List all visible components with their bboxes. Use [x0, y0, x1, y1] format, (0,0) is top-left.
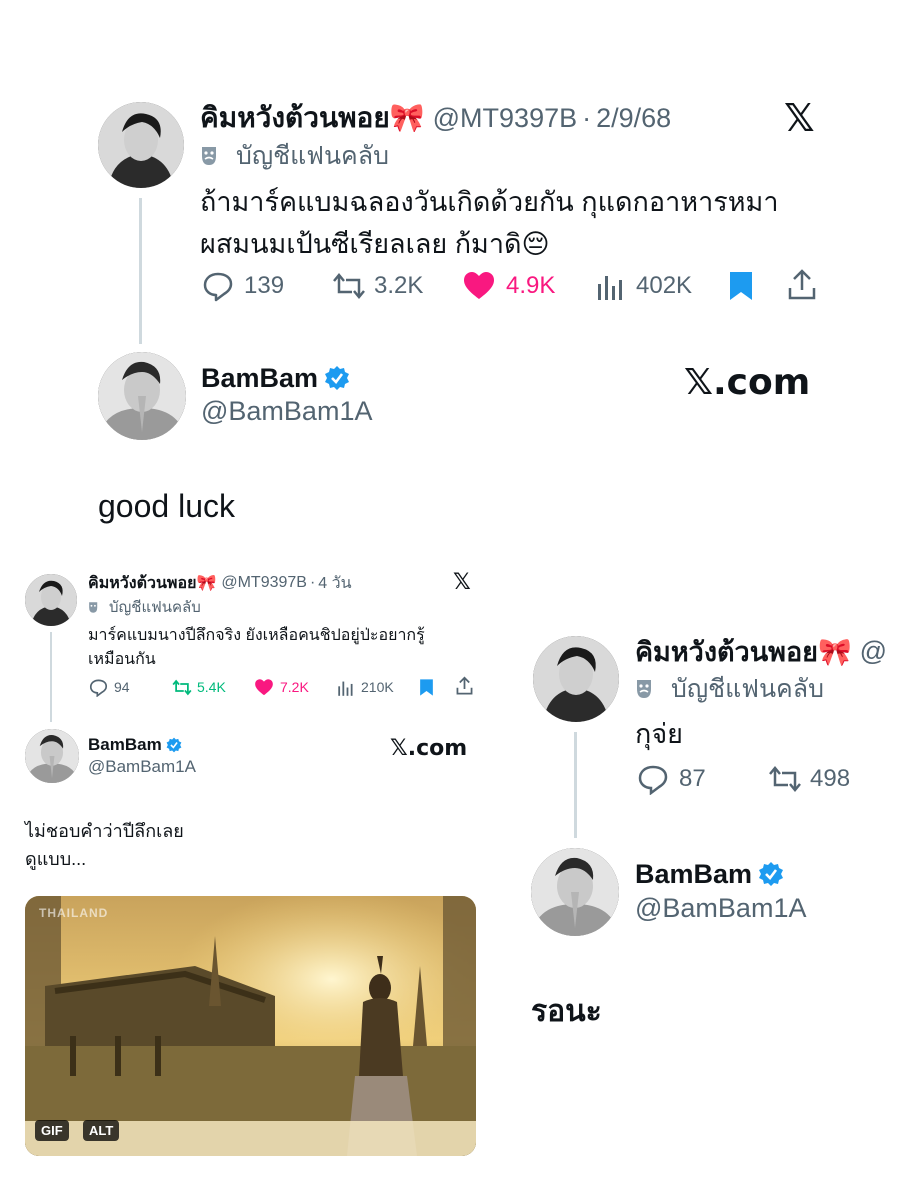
- reply-button[interactable]: 139: [202, 268, 284, 304]
- post-date[interactable]: 2/9/68: [596, 103, 671, 134]
- fan-account-label: บัญชีแฟนคลับ: [671, 675, 824, 703]
- repost-button[interactable]: 3.2K: [332, 268, 423, 304]
- reply-text-line: ดูแบบ...: [25, 849, 87, 869]
- repost-icon: [332, 270, 366, 302]
- repost-button[interactable]: 5.4K: [172, 676, 226, 698]
- reply-count: 139: [244, 272, 285, 299]
- gif-watermark: THAILAND: [39, 906, 109, 920]
- post-text-line: ถ้ามาร์คแบมฉลองวันเกิดด้วยกัน กุแดกอาหาร…: [200, 187, 779, 217]
- display-name[interactable]: BamBam: [88, 735, 162, 755]
- thread-line: [50, 632, 52, 722]
- display-name[interactable]: คิมหวังต้วนพอย🎀: [200, 96, 425, 140]
- view-count: 210K: [361, 679, 394, 695]
- display-name[interactable]: BamBam: [201, 363, 318, 394]
- theater-masks-icon: [88, 601, 103, 614]
- fan-account-label: บัญชีแฟนคลับ: [236, 142, 389, 170]
- verified-badge-icon: [166, 737, 182, 753]
- views-button[interactable]: 210K: [337, 676, 394, 698]
- reply-text-line: ไม่ชอบคำว่าปีลึกเลย: [25, 821, 184, 841]
- post-text-line: เหมือนกัน: [88, 651, 156, 668]
- reply-text: รอนะ: [531, 995, 602, 1028]
- post-text-line: ผสมนมเป้นซีเรียลเลย ก้มาดิ😔: [200, 229, 550, 259]
- repost-button[interactable]: 498: [768, 762, 850, 796]
- views-icon: [596, 270, 626, 302]
- reply-button[interactable]: 87: [637, 762, 706, 796]
- gif-scene-image: [25, 896, 476, 1156]
- heart-icon: [254, 678, 274, 697]
- gif-badge: GIF: [35, 1120, 69, 1141]
- repost-count: 5.4K: [197, 679, 226, 695]
- user-handle[interactable]: @MT9397B: [221, 574, 307, 592]
- heart-icon: [462, 270, 496, 302]
- avatar[interactable]: [25, 574, 77, 626]
- display-name[interactable]: คิมหวังต้วนพอย🎀: [635, 630, 852, 673]
- like-button[interactable]: 4.9K: [462, 268, 555, 304]
- bookmark-icon[interactable]: [728, 270, 754, 302]
- reply-count: 87: [679, 765, 706, 792]
- user-handle[interactable]: @BamBam1A: [88, 757, 196, 777]
- thread-line: [574, 732, 577, 838]
- user-handle[interactable]: @MT9397B: [433, 103, 577, 134]
- like-button[interactable]: 7.2K: [254, 676, 309, 698]
- x-com-brand: 𝕏.com: [390, 736, 468, 761]
- reply-button[interactable]: 94: [89, 676, 130, 698]
- theater-masks-icon: [200, 145, 226, 167]
- fan-account-label: บัญชีแฟนคลับ: [109, 599, 201, 616]
- reply-icon: [637, 763, 669, 796]
- repost-icon: [172, 678, 192, 697]
- verified-badge-icon: [324, 365, 350, 391]
- reply-text: good luck: [98, 488, 235, 524]
- theater-masks-icon: [635, 678, 661, 700]
- post-text-line: มาร์คแบมนางปีลึกจริง ยังเหลือคนชิปอยู่ป่…: [88, 627, 425, 644]
- display-name[interactable]: BamBam: [635, 859, 752, 890]
- user-handle[interactable]: @BamBam1A: [635, 893, 806, 924]
- bookmark-icon[interactable]: [419, 678, 434, 697]
- verified-badge-icon: [758, 861, 784, 887]
- reply-icon: [202, 270, 234, 302]
- views-icon: [337, 678, 355, 697]
- reply-count: 94: [114, 679, 130, 695]
- thread-line: [139, 198, 142, 344]
- avatar[interactable]: [98, 352, 186, 440]
- separator-dot: ·: [582, 102, 592, 133]
- user-handle[interactable]: @: [860, 636, 887, 667]
- repost-count: 3.2K: [374, 272, 424, 299]
- views-button[interactable]: 402K: [596, 268, 692, 304]
- avatar[interactable]: [98, 102, 184, 188]
- post-text: กุจ่ย: [635, 719, 683, 749]
- display-name[interactable]: คิมหวังต้วนพอย🎀: [88, 571, 216, 596]
- share-icon[interactable]: [786, 268, 818, 302]
- alt-badge[interactable]: ALT: [83, 1120, 120, 1141]
- user-handle[interactable]: @BamBam1A: [201, 396, 372, 427]
- post-date[interactable]: 4 วัน: [318, 571, 351, 596]
- view-count: 402K: [636, 272, 693, 299]
- avatar[interactable]: [533, 636, 619, 722]
- avatar[interactable]: [531, 848, 619, 936]
- reply-icon: [89, 678, 108, 697]
- repost-icon: [768, 763, 802, 795]
- x-logo-icon: 𝕏: [453, 570, 471, 595]
- avatar[interactable]: [25, 729, 79, 783]
- gif-media[interactable]: THAILAND GIF ALT: [25, 896, 476, 1156]
- repost-count: 498: [810, 765, 851, 792]
- like-count: 4.9K: [506, 272, 556, 299]
- share-icon[interactable]: [455, 676, 474, 696]
- x-com-brand: 𝕏.com: [684, 362, 811, 403]
- x-logo-icon: 𝕏: [784, 96, 815, 140]
- separator-dot: ·: [309, 574, 316, 591]
- like-count: 7.2K: [280, 679, 309, 695]
